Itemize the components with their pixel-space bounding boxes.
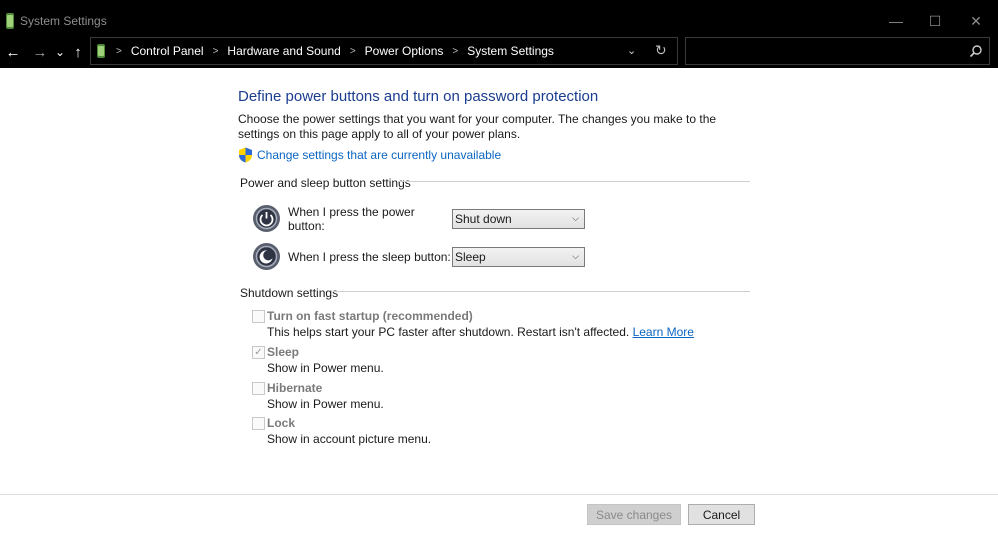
- battery-icon: [6, 13, 14, 29]
- title-bar: System Settings — ☐ ✕: [0, 6, 998, 36]
- power-button-row: When I press the power button: Shut down…: [252, 204, 585, 233]
- power-button-icon: [253, 205, 280, 232]
- change-settings-link[interactable]: Change settings that are currently unava…: [257, 148, 501, 162]
- lock-option-description: Show in account picture menu.: [267, 432, 432, 446]
- sleep-button-select[interactable]: Sleep ⌵: [452, 246, 585, 267]
- sleep-option-description: Show in Power menu.: [267, 361, 384, 375]
- hibernate-checkbox[interactable]: [252, 382, 265, 395]
- power-button-value: Shut down: [455, 211, 512, 226]
- main-content: Define power buttons and turn on passwor…: [0, 68, 998, 494]
- power-sleep-heading: Power and sleep button settings: [240, 176, 411, 190]
- shield-icon: [239, 147, 252, 163]
- forward-arrow-icon: →: [32, 43, 48, 61]
- section-divider: [398, 181, 750, 182]
- maximize-button[interactable]: ☐: [913, 6, 957, 36]
- close-button[interactable]: ✕: [954, 6, 998, 36]
- up-button[interactable]: ↑: [69, 41, 87, 63]
- chevron-down-icon: ⌄: [54, 45, 66, 59]
- footer-bar: Save changes Cancel: [0, 495, 998, 535]
- fast-startup-checkbox[interactable]: [252, 310, 265, 323]
- sleep-button-row: When I press the sleep button: Sleep ⌵: [252, 242, 585, 271]
- address-bar: ← → ⌄ ↑ > Control Panel > Hardware and S…: [0, 36, 998, 68]
- breadcrumb-separator: >: [212, 45, 219, 57]
- breadcrumb-separator: >: [452, 45, 459, 57]
- recent-locations-button[interactable]: ⌄: [51, 41, 69, 63]
- minimize-icon: —: [889, 13, 903, 29]
- sleep-button-icon: [253, 243, 280, 270]
- battery-icon: [97, 44, 105, 58]
- cancel-button[interactable]: Cancel: [688, 504, 755, 525]
- breadcrumb-power-options[interactable]: Power Options: [365, 44, 444, 58]
- back-arrow-icon: ←: [5, 43, 21, 61]
- shutdown-heading: Shutdown settings: [240, 286, 339, 300]
- close-icon: ✕: [970, 12, 982, 29]
- page-title: Define power buttons and turn on passwor…: [238, 88, 599, 105]
- learn-more-link[interactable]: Learn More: [633, 325, 694, 339]
- sleep-button-value: Sleep: [455, 249, 486, 264]
- sleep-checkbox[interactable]: ✓: [252, 346, 265, 359]
- system-settings-window: System Settings — ☐ ✕ ← → ⌄ ↑ > Control …: [0, 0, 998, 535]
- section-divider: [333, 291, 750, 292]
- breadcrumb-control-panel[interactable]: Control Panel: [131, 44, 204, 58]
- intro-text: Choose the power settings that you want …: [238, 112, 717, 141]
- chevron-down-icon: ⌵: [572, 212, 579, 223]
- back-button[interactable]: ←: [4, 41, 22, 63]
- lock-option-label: Lock: [267, 416, 296, 430]
- breadcrumb-hardware-and-sound[interactable]: Hardware and Sound: [227, 44, 340, 58]
- fast-startup-label: Turn on fast startup (recommended): [267, 309, 473, 323]
- breadcrumb-separator: >: [349, 45, 356, 57]
- hibernate-option-description: Show in Power menu.: [267, 397, 384, 411]
- fast-startup-description: This helps start your PC faster after sh…: [267, 325, 694, 339]
- search-icon[interactable]: [969, 44, 983, 58]
- hibernate-option-label: Hibernate: [267, 381, 323, 395]
- up-arrow-icon: ↑: [74, 43, 82, 61]
- save-changes-button[interactable]: Save changes: [587, 504, 681, 525]
- checkmark-icon: ✓: [254, 347, 263, 358]
- breadcrumb-separator: >: [116, 45, 122, 57]
- address-dropdown-icon[interactable]: ⌄: [627, 44, 636, 57]
- change-settings-row: Change settings that are currently unava…: [238, 147, 501, 163]
- minimize-button[interactable]: —: [874, 6, 918, 36]
- refresh-icon[interactable]: ↻: [655, 42, 667, 59]
- maximize-icon: ☐: [928, 12, 942, 29]
- forward-button[interactable]: →: [31, 41, 49, 63]
- window-title: System Settings: [20, 14, 107, 28]
- search-input[interactable]: [685, 37, 990, 65]
- sleep-button-label: When I press the sleep button:: [288, 249, 451, 264]
- lock-checkbox[interactable]: [252, 417, 265, 430]
- chevron-down-icon: ⌵: [572, 250, 579, 261]
- power-button-label: When I press the power button:: [288, 204, 415, 233]
- breadcrumb[interactable]: > Control Panel > Hardware and Sound > P…: [90, 37, 678, 65]
- breadcrumb-system-settings[interactable]: System Settings: [467, 44, 554, 58]
- breadcrumb-row: > Control Panel > Hardware and Sound > P…: [91, 38, 554, 64]
- sleep-option-label: Sleep: [267, 345, 300, 359]
- power-button-select[interactable]: Shut down ⌵: [452, 208, 585, 229]
